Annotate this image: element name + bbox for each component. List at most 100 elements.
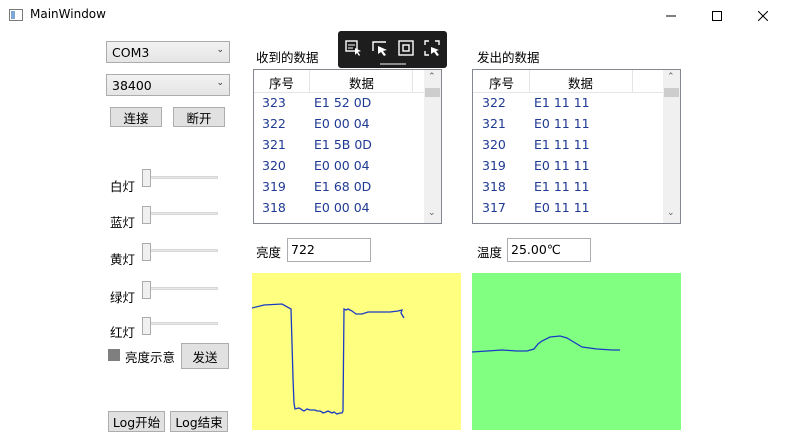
sent-data-title: 发出的数据 xyxy=(477,50,540,65)
slider-thumb-white[interactable] xyxy=(142,169,151,187)
row-data: E0 00 04 xyxy=(314,158,370,173)
maximize-icon xyxy=(712,10,722,21)
table-row[interactable]: 319 E0 11 11 xyxy=(473,155,644,176)
slider-label-yellow: 黄灯 xyxy=(110,252,136,267)
table-row[interactable]: 320 E0 00 04 xyxy=(254,155,425,176)
port-select[interactable]: COM3 ⌄ xyxy=(106,41,230,63)
column-divider[interactable] xyxy=(309,70,310,92)
table-row[interactable]: 320 E1 11 11 xyxy=(473,134,644,155)
brightness-hint-label: 亮度示意 xyxy=(125,350,176,365)
row-index: 318 xyxy=(262,200,286,215)
row-index: 318 xyxy=(482,179,506,194)
table-row[interactable]: 322 E0 00 04 xyxy=(254,113,425,134)
frame-icon[interactable] xyxy=(397,39,415,57)
log-start-button[interactable]: Log开始 xyxy=(108,411,165,432)
row-data: E1 11 11 xyxy=(534,95,590,110)
scroll-down-icon[interactable]: ⌄ xyxy=(428,208,436,218)
debug-toolbar xyxy=(338,31,447,68)
table-row[interactable]: 321 E0 11 11 xyxy=(473,113,644,134)
close-icon xyxy=(758,10,768,21)
connect-button[interactable]: 连接 xyxy=(110,107,162,127)
track-focus-icon[interactable] xyxy=(423,39,441,57)
temperature-label: 温度 xyxy=(477,245,503,260)
received-data-list[interactable]: 序号 数据 323 E1 52 0D 322 E0 00 04 321 E1 5B 0… xyxy=(253,69,442,224)
table-row[interactable]: 317 E0 11 11 xyxy=(473,197,644,218)
slider-label-green: 绿灯 xyxy=(110,290,136,305)
row-data: E1 11 11 xyxy=(534,137,590,152)
vertical-scrollbar[interactable]: ⌃ ⌄ xyxy=(424,70,441,223)
pointer-icon[interactable] xyxy=(371,39,389,57)
minimize-icon xyxy=(666,15,676,16)
send-button[interactable]: 发送 xyxy=(181,343,229,369)
slider-thumb-yellow[interactable] xyxy=(142,243,151,261)
row-index: 321 xyxy=(482,116,506,131)
table-row[interactable]: 321 E1 5B 0D xyxy=(254,134,425,155)
slider-thumb-blue[interactable] xyxy=(142,206,151,224)
list-header: 序号 数据 xyxy=(254,70,425,93)
table-row[interactable]: 318 E0 00 04 xyxy=(254,197,425,218)
column-divider[interactable] xyxy=(529,70,530,92)
table-row[interactable]: 322 E1 11 11 xyxy=(473,92,644,113)
brightness-value: 722 xyxy=(291,242,315,257)
row-index: 319 xyxy=(262,179,286,194)
row-index: 320 xyxy=(482,137,506,152)
scroll-up-icon[interactable]: ⌃ xyxy=(428,72,436,82)
row-data: E0 11 11 xyxy=(534,116,590,131)
row-index: 320 xyxy=(262,158,286,173)
vertical-scrollbar[interactable]: ⌃ ⌄ xyxy=(663,70,680,223)
temperature-trace xyxy=(471,335,620,353)
brightness-plot xyxy=(251,273,461,430)
maximize-button[interactable] xyxy=(694,0,740,31)
row-data: E0 11 11 xyxy=(534,200,590,215)
slider-track-green[interactable] xyxy=(144,287,218,290)
disconnect-button[interactable]: 断开 xyxy=(173,107,225,127)
temperature-trace-canvas xyxy=(471,335,620,353)
row-data: E0 11 11 xyxy=(534,158,590,173)
slider-label-red: 红灯 xyxy=(110,325,136,340)
log-stop-button[interactable]: Log结束 xyxy=(170,411,228,432)
column-divider[interactable] xyxy=(412,70,413,92)
brightness-trace xyxy=(251,303,405,415)
minimize-button[interactable] xyxy=(648,0,694,31)
window-title: MainWindow xyxy=(30,7,106,21)
column-divider[interactable] xyxy=(632,70,633,92)
scroll-up-icon[interactable]: ⌃ xyxy=(667,72,675,82)
table-row[interactable]: 318 E1 11 11 xyxy=(473,176,644,197)
slider-track-white[interactable] xyxy=(144,176,218,179)
column-header-data[interactable]: 数据 xyxy=(568,73,593,92)
slider-thumb-green[interactable] xyxy=(142,281,151,299)
toolbar-drag-handle[interactable] xyxy=(380,63,406,65)
slider-track-red[interactable] xyxy=(144,322,218,325)
table-row[interactable]: 323 E1 52 0D xyxy=(254,92,425,113)
temperature-field[interactable]: 25.00℃ xyxy=(507,238,591,262)
temperature-value: 25.00℃ xyxy=(511,242,561,257)
temperature-plot xyxy=(471,273,681,430)
brightness-label: 亮度 xyxy=(256,245,282,260)
column-header-index[interactable]: 序号 xyxy=(489,73,514,92)
app-window-icon xyxy=(9,9,23,21)
slider-track-yellow[interactable] xyxy=(144,249,218,252)
table-row[interactable]: 319 E1 68 0D xyxy=(254,176,425,197)
port-select-value: COM3 xyxy=(112,45,150,60)
brightness-field[interactable]: 722 xyxy=(287,238,371,262)
slider-thumb-red[interactable] xyxy=(142,317,151,335)
brightness-hint-swatch xyxy=(108,349,120,361)
scrollbar-thumb[interactable] xyxy=(664,88,679,97)
close-button[interactable] xyxy=(740,0,786,31)
slider-track-blue[interactable] xyxy=(144,212,218,215)
row-data: E1 68 0D xyxy=(314,179,372,194)
scroll-down-icon[interactable]: ⌄ xyxy=(667,208,675,218)
row-index: 322 xyxy=(482,95,506,110)
select-element-icon[interactable] xyxy=(345,39,363,57)
row-index: 322 xyxy=(262,116,286,131)
brightness-trace-canvas xyxy=(251,303,405,415)
baud-select-value: 38400 xyxy=(112,78,152,93)
sent-data-list[interactable]: 序号 数据 322 E1 11 11 321 E0 11 11 320 E1 11 1… xyxy=(472,69,681,224)
slider-label-blue: 蓝灯 xyxy=(110,215,136,230)
scrollbar-thumb[interactable] xyxy=(425,88,440,97)
row-data: E1 52 0D xyxy=(314,95,372,110)
column-header-index[interactable]: 序号 xyxy=(269,73,294,92)
column-header-data[interactable]: 数据 xyxy=(349,73,374,92)
row-index: 319 xyxy=(482,158,506,173)
baud-select[interactable]: 38400 ⌄ xyxy=(106,74,230,96)
